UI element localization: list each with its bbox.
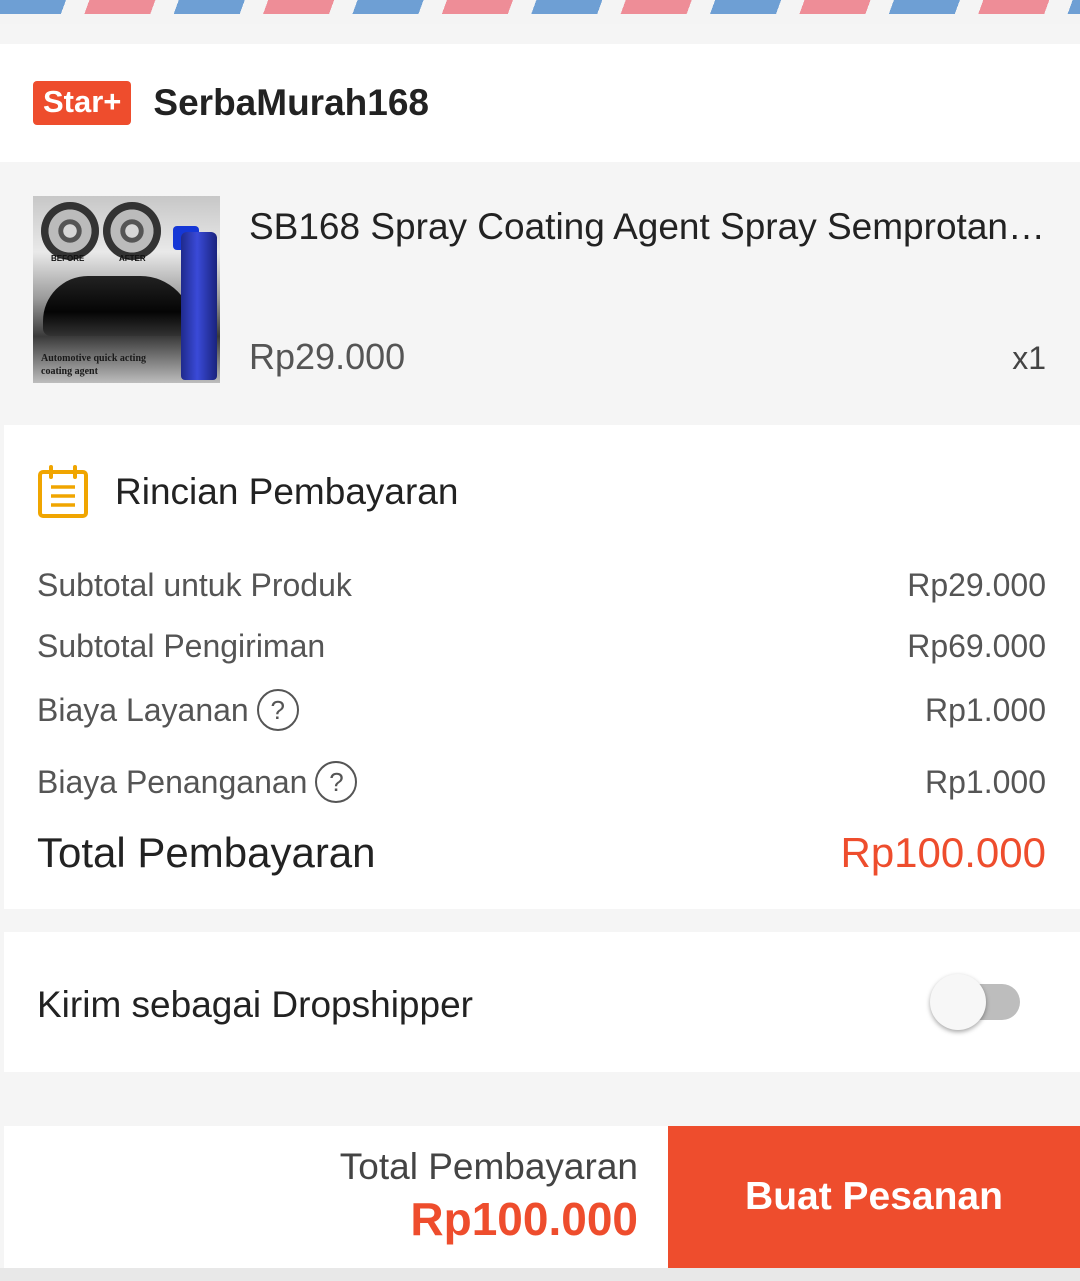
bottom-edge	[0, 1268, 1080, 1281]
service-fee-help-icon[interactable]: ?	[256, 689, 299, 731]
wheel-after-image	[103, 202, 161, 260]
handling-fee-help-icon[interactable]: ?	[315, 761, 358, 803]
spray-bottle-image	[181, 232, 217, 380]
subtotal-shipping-value: Rp69.000	[907, 628, 1046, 664]
bottom-total-area: Total Pembayaran Rp100.000	[4, 1126, 668, 1268]
bottom-total-label: Total Pembayaran	[339, 1146, 638, 1187]
checkout-page: Star+ SerbaMurah168 BEFORE AFTER Automot…	[0, 0, 1080, 1281]
thumbnail-caption: Automotive quick acting coating agent	[41, 353, 146, 377]
bottom-checkout-bar: Total Pembayaran Rp100.000 Buat Pesanan	[4, 1126, 1080, 1268]
star-plus-badge: Star+	[33, 81, 132, 125]
place-order-button[interactable]: Buat Pesanan	[668, 1126, 1080, 1268]
product-title[interactable]: SB168 Spray Coating Agent Spray Semprota…	[249, 206, 1049, 248]
payment-details-header: Rincian Pembayaran	[37, 465, 458, 519]
product-price: Rp29.000	[249, 336, 406, 377]
wheel-before-image	[41, 202, 99, 260]
dropshipper-toggle-knob[interactable]	[930, 974, 986, 1030]
product-quantity: x1	[1012, 340, 1046, 376]
service-fee-row: Biaya Layanan ? Rp1.000	[37, 689, 1046, 731]
subtotal-product-label: Subtotal untuk Produk	[37, 567, 352, 603]
handling-fee-label: Biaya Penanganan	[37, 763, 308, 800]
dropshipper-label: Kirim sebagai Dropshipper	[37, 984, 473, 1025]
dropshipper-section: Kirim sebagai Dropshipper	[4, 932, 1080, 1072]
calendar-list-icon	[38, 465, 88, 518]
after-label: AFTER	[119, 254, 146, 263]
product-title-text: SB168 Spray Coating Agent Spray Semprota…	[249, 206, 1008, 247]
payment-details-title: Rincian Pembayaran	[115, 471, 459, 512]
handling-fee-value: Rp1.000	[925, 763, 1046, 800]
shop-header: Star+ SerbaMurah168	[0, 44, 1080, 162]
car-image	[43, 276, 193, 336]
total-payment-row: Total Pembayaran Rp100.000	[37, 829, 1046, 877]
service-fee-label: Biaya Layanan	[37, 691, 249, 728]
total-payment-label: Total Pembayaran	[37, 829, 376, 876]
subtotal-shipping-label: Subtotal Pengiriman	[37, 628, 326, 664]
payment-details-section: Rincian Pembayaran Subtotal untuk Produk…	[4, 425, 1080, 909]
handling-fee-label-group: Biaya Penanganan ?	[37, 761, 358, 803]
before-label: BEFORE	[51, 254, 85, 263]
handling-fee-row: Biaya Penanganan ? Rp1.000	[37, 761, 1046, 803]
service-fee-value: Rp1.000	[925, 691, 1046, 728]
service-fee-label-group: Biaya Layanan ?	[37, 689, 299, 731]
product-row[interactable]: BEFORE AFTER Automotive quick acting coa…	[0, 162, 1080, 396]
bottom-total-value: Rp100.000	[410, 1193, 638, 1245]
subtotal-product-value: Rp29.000	[907, 567, 1046, 603]
stripe-divider	[0, 14, 1080, 24]
shop-name[interactable]: SerbaMurah168	[153, 82, 429, 124]
total-payment-value: Rp100.000	[840, 829, 1046, 876]
product-thumbnail[interactable]: BEFORE AFTER Automotive quick acting coa…	[33, 196, 220, 383]
subtotal-product-row: Subtotal untuk Produk Rp29.000	[37, 567, 1046, 604]
subtotal-shipping-row: Subtotal Pengiriman Rp69.000	[37, 628, 1046, 665]
